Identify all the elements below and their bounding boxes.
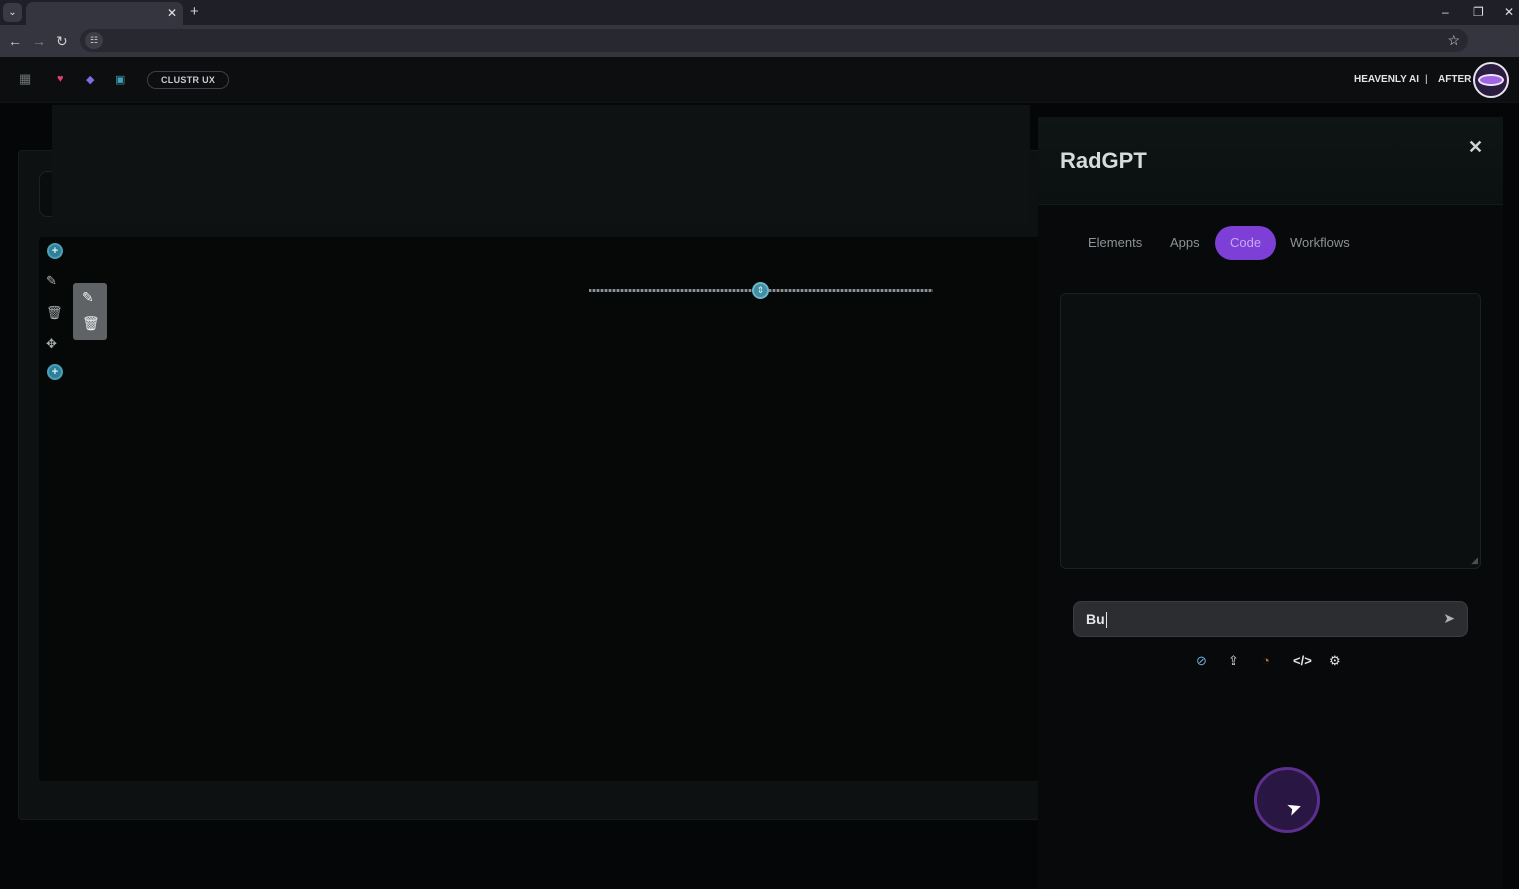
browser-tab[interactable]: ✕ — [26, 2, 183, 25]
mouse-cursor-icon: ➤ — [1283, 796, 1305, 821]
site-info-icon[interactable]: ☷ — [85, 32, 103, 49]
browser-tab-bar: ⌄ ✕ + – ❐ ✕ — [0, 0, 1519, 25]
tab-apps[interactable]: Apps — [1170, 226, 1200, 260]
delete-element-icon[interactable]: 🗑 — [82, 315, 100, 332]
edit-element-icon[interactable]: ✎ — [82, 289, 94, 306]
prompt-input[interactable]: Bu ➤ — [1073, 601, 1468, 637]
element-toolbox: ✎ 🗑 — [73, 283, 107, 340]
add-row-below-icon[interactable]: + — [47, 364, 63, 380]
apps-grid-icon[interactable]: ▦ — [19, 71, 31, 87]
bookmark-star-icon[interactable]: ☆ — [1447, 32, 1460, 49]
back-icon[interactable]: ← — [8, 33, 22, 49]
avatar[interactable] — [1473, 62, 1509, 98]
panel-tabs: Elements Apps Code Workflows — [1078, 226, 1378, 260]
builder-workspace — [18, 150, 1049, 820]
new-tab-button[interactable]: + — [190, 3, 199, 20]
app-header: ▦ ♥ ◆ ▣ CLUSTR UX HEAVENLY AI | AFTER — [0, 57, 1519, 103]
move-row-icon[interactable]: ✥ — [46, 336, 57, 352]
browser-toolbar: ← → ↻ ☷ ☆ — [0, 25, 1519, 57]
tab-search-button[interactable]: ⌄ — [3, 3, 22, 22]
canvas-row-block[interactable] — [52, 105, 1030, 225]
address-bar[interactable]: ☷ ☆ — [80, 29, 1468, 52]
settings-gear-icon[interactable]: ⚙ — [1329, 653, 1341, 669]
project-pill[interactable]: CLUSTR UX — [147, 71, 230, 89]
prompt-text: Bu — [1086, 611, 1107, 629]
reload-icon[interactable]: ↻ — [56, 33, 68, 50]
loading-spinner-icon: ◔ — [1262, 653, 1270, 668]
minimize-button[interactable]: – — [1442, 5, 1449, 19]
panel-close-icon[interactable]: ✕ — [1468, 137, 1483, 158]
add-row-above-icon[interactable]: + — [47, 243, 63, 259]
edit-row-icon[interactable]: ✎ — [46, 273, 57, 289]
tab-code[interactable]: Code — [1215, 226, 1277, 260]
forward-icon[interactable]: → — [32, 33, 46, 49]
divider-slider-handle[interactable]: ⇕ — [752, 282, 769, 299]
window-close-button[interactable]: ✕ — [1504, 5, 1514, 19]
diamond-icon[interactable]: ◆ — [86, 73, 94, 86]
builder-canvas[interactable] — [39, 237, 1049, 781]
tab-workflows[interactable]: Workflows — [1290, 226, 1350, 260]
upload-icon[interactable]: ⇪ — [1228, 653, 1239, 669]
code-output-area[interactable]: ◢ — [1060, 293, 1481, 569]
chat-icon[interactable]: ▣ — [115, 73, 125, 86]
code-icon[interactable]: </> — [1293, 653, 1312, 668]
heart-icon[interactable]: ♥ — [57, 73, 64, 85]
avatar-logo-icon — [1478, 74, 1504, 86]
user-label[interactable]: AFTER — [1438, 74, 1471, 85]
brand-label: HEAVENLY AI — [1354, 74, 1420, 85]
restore-button[interactable]: ❐ — [1473, 5, 1484, 19]
panel-header: RadGPT ✕ — [1038, 117, 1503, 205]
panel-title: RadGPT — [1060, 148, 1147, 173]
header-separator: | — [1425, 74, 1428, 85]
radgpt-panel: RadGPT ✕ Elements Apps Code Workflows ◢ … — [1038, 117, 1503, 889]
assistant-fab-button[interactable]: ➤ — [1254, 767, 1320, 833]
tab-close-icon[interactable]: ✕ — [167, 6, 177, 20]
send-icon[interactable]: ➤ — [1443, 610, 1455, 627]
delete-row-icon[interactable]: 🗑 — [46, 305, 63, 321]
attach-icon[interactable]: ⊘ — [1196, 653, 1207, 669]
tab-elements[interactable]: Elements — [1088, 226, 1142, 260]
resize-handle-icon[interactable]: ◢ — [1471, 555, 1478, 566]
